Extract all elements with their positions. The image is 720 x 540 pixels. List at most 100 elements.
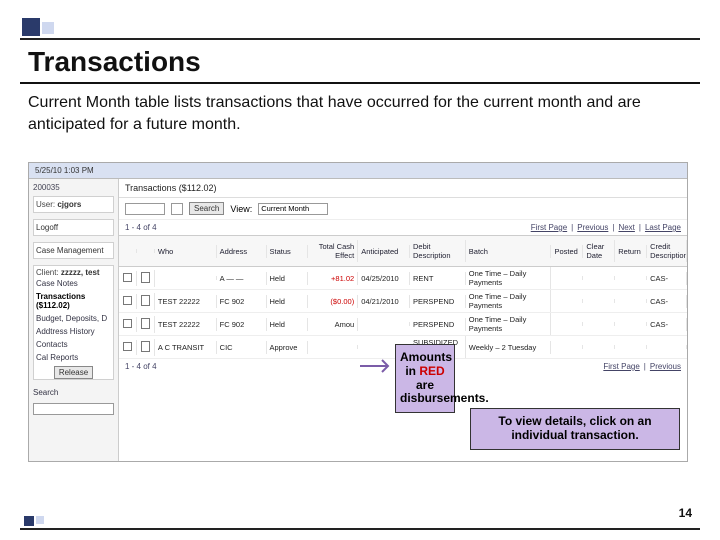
col-anticipated[interactable]: Anticipated bbox=[358, 245, 410, 258]
app-id: 200035 bbox=[33, 183, 114, 192]
first-page-link-b[interactable]: First Page bbox=[603, 362, 639, 371]
decor-square-light bbox=[42, 22, 54, 34]
decor-square-bottom bbox=[24, 516, 34, 526]
cell-return bbox=[615, 276, 647, 280]
nav-case-notes[interactable]: Case Notes bbox=[36, 277, 111, 290]
view-label: View: bbox=[230, 204, 252, 214]
row-checkbox[interactable] bbox=[123, 296, 132, 305]
view-value: Current Month bbox=[261, 204, 309, 213]
cell-debit: PERSPEND bbox=[410, 318, 466, 331]
next-page-link[interactable]: Next bbox=[618, 223, 634, 232]
col-batch[interactable]: Batch bbox=[466, 245, 552, 258]
search-input[interactable] bbox=[33, 403, 114, 415]
col-address[interactable]: Address bbox=[217, 245, 267, 258]
nav-contacts[interactable]: Contacts bbox=[36, 338, 111, 351]
cell-antic bbox=[358, 322, 410, 326]
cell-credit bbox=[647, 345, 687, 349]
row-checkbox[interactable] bbox=[123, 342, 132, 351]
col-checkbox bbox=[119, 249, 137, 253]
doc-icon[interactable] bbox=[141, 272, 150, 283]
cell-batch: One Time – Daily Payments bbox=[466, 313, 552, 335]
nav-transactions[interactable]: Transactions ($112.02) bbox=[36, 290, 111, 312]
nav-address-history[interactable]: Addtress History bbox=[36, 325, 111, 338]
count-top: 1 - 4 of 4 bbox=[125, 223, 157, 232]
col-return[interactable]: Return bbox=[615, 245, 647, 258]
page-number: 14 bbox=[679, 506, 692, 520]
pager-top: 1 - 4 of 4 First Page| Previous| Next| L… bbox=[119, 220, 687, 235]
app-titlebar: 5/25/10 1:03 PM bbox=[29, 163, 687, 179]
cell-credit: CAS- bbox=[647, 272, 687, 285]
cell-posted bbox=[551, 345, 583, 349]
cell-antic: 04/21/2010 bbox=[358, 295, 410, 308]
doc-icon[interactable] bbox=[141, 341, 150, 352]
cell-batch: One Time – Daily Payments bbox=[466, 267, 552, 289]
nav-budget[interactable]: Budget, Deposits, D bbox=[36, 312, 111, 325]
last-page-link[interactable]: Last Page bbox=[645, 223, 681, 232]
cell-who bbox=[155, 276, 217, 280]
col-status[interactable]: Status bbox=[267, 245, 309, 258]
col-who[interactable]: Who bbox=[155, 245, 217, 258]
cell-credit: CAS- bbox=[647, 295, 687, 308]
main-header: Transactions ($112.02) bbox=[119, 179, 687, 198]
callout2-text: To view details, click on an individual … bbox=[498, 414, 651, 442]
table-row[interactable]: TEST 22222 FC 902 Held Amou PERSPEND One… bbox=[119, 313, 687, 336]
logoff-link[interactable]: Logoff bbox=[33, 219, 114, 236]
table-row[interactable]: TEST 22222 FC 902 Held ($0.00) 04/21/201… bbox=[119, 290, 687, 313]
search-label: Search bbox=[33, 386, 114, 399]
decor-square-bottom-light bbox=[36, 516, 44, 524]
filter-input-2[interactable] bbox=[171, 203, 183, 215]
view-select[interactable]: Current Month bbox=[258, 203, 328, 215]
table-header-row: Who Address Status Total Cash Effect Ant… bbox=[119, 235, 687, 267]
row-checkbox[interactable] bbox=[123, 273, 132, 282]
col-credit[interactable]: Credit Description bbox=[647, 240, 687, 262]
slide-body: Current Month table lists transactions t… bbox=[28, 92, 696, 135]
rule-top bbox=[20, 38, 700, 40]
cell-who: A C TRANSIT bbox=[155, 341, 217, 354]
user-box: User: cjgors bbox=[33, 196, 114, 213]
cell-effect bbox=[308, 345, 358, 349]
cell-clear bbox=[583, 299, 615, 303]
cell-return bbox=[615, 322, 647, 326]
col-debit[interactable]: Debit Description bbox=[410, 240, 466, 262]
prev-page-link-b[interactable]: Previous bbox=[650, 362, 681, 371]
cell-effect: ($0.00) bbox=[308, 295, 358, 308]
col-posted[interactable]: Posted bbox=[551, 245, 583, 258]
filter-input-1[interactable] bbox=[125, 203, 165, 215]
cell-posted bbox=[551, 322, 583, 326]
doc-icon[interactable] bbox=[141, 318, 150, 329]
cell-posted bbox=[551, 276, 583, 280]
row-checkbox[interactable] bbox=[123, 319, 132, 328]
cell-effect: +81.02 bbox=[308, 272, 358, 285]
main-title: Transactions ($112.02) bbox=[125, 183, 217, 193]
callout1-red: RED bbox=[419, 364, 444, 378]
cell-addr: FC 902 bbox=[217, 295, 267, 308]
release-button[interactable]: Release bbox=[54, 366, 93, 379]
app-timestamp: 5/25/10 1:03 PM bbox=[35, 166, 94, 175]
cell-addr: CIC bbox=[217, 341, 267, 354]
cell-effect: Amou bbox=[308, 318, 358, 331]
nav-cal-reports[interactable]: Cal Reports bbox=[36, 351, 111, 364]
callout-view-details: To view details, click on an individual … bbox=[470, 408, 680, 450]
count-bottom: 1 - 4 of 4 bbox=[125, 362, 157, 371]
search-row: Search View: Current Month bbox=[119, 198, 687, 220]
col-action bbox=[137, 249, 155, 253]
cell-who: TEST 22222 bbox=[155, 318, 217, 331]
cell-credit: CAS- bbox=[647, 318, 687, 331]
cell-status: Held bbox=[267, 272, 309, 285]
col-effect[interactable]: Total Cash Effect bbox=[308, 240, 358, 262]
first-page-link[interactable]: First Page bbox=[531, 223, 567, 232]
col-clear[interactable]: Clear Date bbox=[583, 240, 615, 262]
cell-clear bbox=[583, 276, 615, 280]
prev-page-link[interactable]: Previous bbox=[577, 223, 608, 232]
client-panel: Client: zzzzz, test Case Notes Transacti… bbox=[33, 265, 114, 380]
cell-debit: RENT bbox=[410, 272, 466, 285]
doc-icon[interactable] bbox=[141, 295, 150, 306]
table-row[interactable]: A — — Held +81.02 04/25/2010 RENT One Ti… bbox=[119, 267, 687, 290]
cell-addr: FC 902 bbox=[217, 318, 267, 331]
case-mgmt-link[interactable]: Case Management bbox=[33, 242, 114, 259]
user-label: User: bbox=[36, 200, 55, 209]
search-button[interactable]: Search bbox=[189, 202, 224, 215]
client-label: Client: bbox=[36, 268, 59, 277]
cell-antic: 04/25/2010 bbox=[358, 272, 410, 285]
sidebar: 200035 User: cjgors Logoff Case Manageme… bbox=[29, 179, 119, 461]
